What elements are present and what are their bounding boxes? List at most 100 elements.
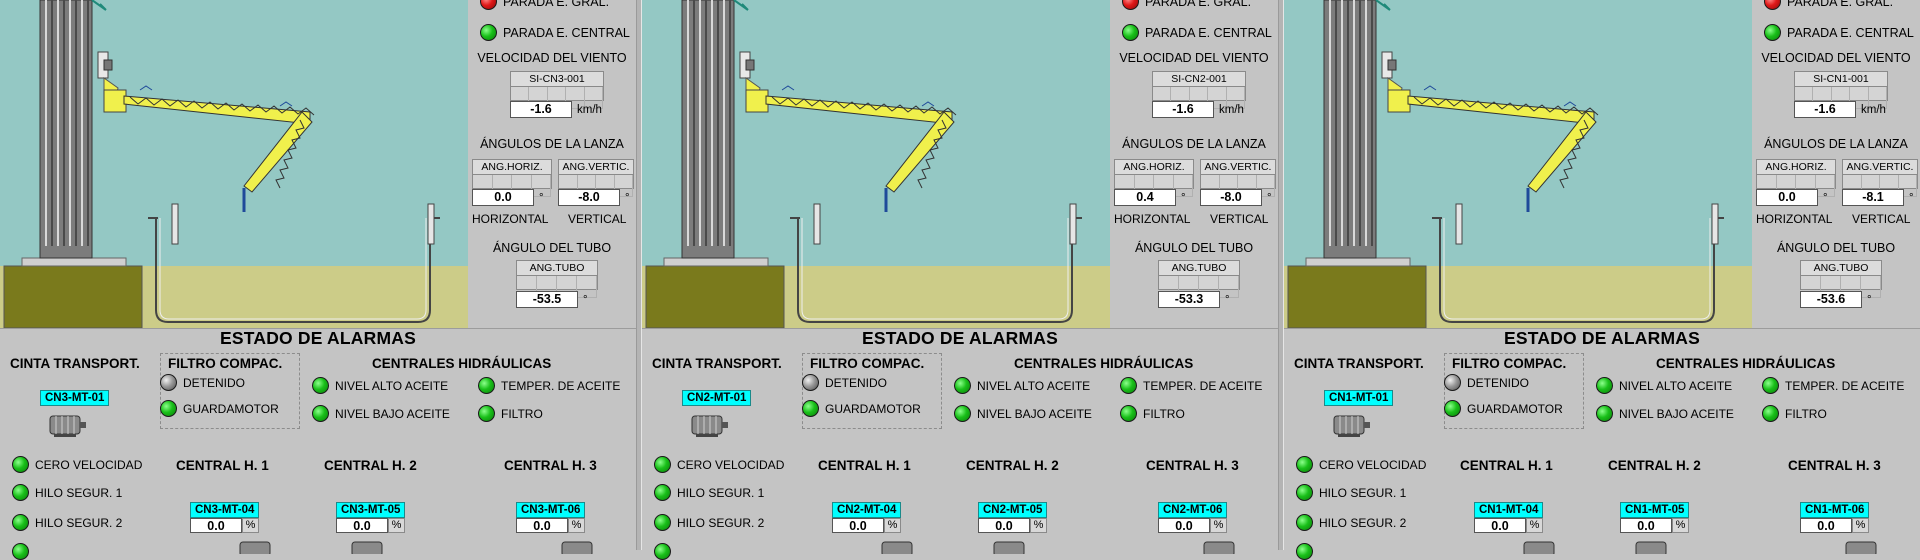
motor-icon: [993, 541, 1025, 554]
wind-speed-value: -1.6: [1794, 101, 1856, 118]
boom-angles-title: ÁNGULOS DE LA LANZA: [1764, 137, 1908, 151]
filter-guard-item: GUARDAMOTOR: [160, 400, 279, 417]
parada-central-row: PARADA E. CENTRAL: [1764, 24, 1914, 41]
green-led-icon: [12, 514, 29, 531]
green-led-icon: [654, 543, 671, 560]
central-h2-tag: CN3-MT-05: [336, 502, 406, 518]
green-led-icon: [12, 456, 29, 473]
filter-stopped-label: DETENIDO: [183, 375, 246, 390]
filter-stopped-item: DETENIDO: [160, 374, 245, 391]
oil-temp-label: TEMPER. DE ACEITE: [1143, 378, 1263, 393]
filter-stopped-item: DETENIDO: [1444, 374, 1529, 391]
vert-angle-readout: -8.0 °: [1200, 189, 1272, 206]
oil-temp-item: TEMPER. DE ACEITE: [1762, 377, 1904, 394]
central-h3-readout: 0.0 %: [1800, 518, 1869, 533]
green-led-icon: [1296, 514, 1313, 531]
safety-wire-2-item: HILO SEGUR. 2: [1296, 514, 1406, 531]
central-h2-unit: %: [1672, 518, 1689, 533]
green-led-icon: [1762, 377, 1779, 394]
high-oil-label: NIVEL ALTO ACEITE: [1619, 378, 1733, 393]
central-h3-readout: 0.0 %: [1158, 518, 1227, 533]
tube-angle-title: ÁNGULO DEL TUBO: [492, 241, 612, 255]
central-h2-value: 0.0: [978, 518, 1030, 533]
tube-angle-tag: ANG.TUBO: [1800, 260, 1882, 298]
motor-icon: [49, 415, 86, 437]
green-led-icon: [1596, 405, 1613, 422]
horiz-angle-tag: ANG.HORIZ.: [1114, 159, 1194, 197]
oil-temp-label: TEMPER. DE ACEITE: [501, 378, 621, 393]
central-h3-value: 0.0: [516, 518, 568, 533]
red-led-icon: [480, 0, 497, 10]
crane-diagram: [0, 0, 468, 328]
green-led-icon: [1122, 24, 1139, 41]
hyd-filter-label: FILTRO: [1785, 406, 1827, 421]
horiz-angle-value: 0.0: [472, 189, 534, 206]
green-led-icon: [12, 484, 29, 501]
central-h2-tag: CN1-MT-05: [1620, 502, 1690, 518]
motor-icon: [691, 415, 728, 437]
gray-led-icon: [802, 374, 819, 391]
horiz-angle-value: 0.0: [1756, 189, 1818, 206]
green-led-icon: [1444, 400, 1461, 417]
safety-wire-1-label: HILO SEGUR. 1: [35, 485, 123, 500]
filter-stopped-label: DETENIDO: [1467, 375, 1530, 390]
filter-title: FILTRO COMPAC.: [810, 356, 925, 371]
red-led-icon: [1122, 0, 1139, 10]
central-h1-tag: CN3-MT-04: [190, 502, 260, 518]
vert-angle-tag: ANG.VERTIC.: [1842, 159, 1918, 197]
hydraulic-title: CENTRALES HIDRÁULICAS: [1014, 356, 1194, 371]
crane-status-side: PARADA E. GRAL. PARADA E. CENTRAL VELOCI…: [1110, 0, 1278, 328]
gray-led-icon: [160, 374, 177, 391]
vert-angle-value: -8.0: [558, 189, 620, 206]
wind-speed-readout: -1.6 km/h: [1152, 101, 1244, 118]
boom-angles-title: ÁNGULOS DE LA LANZA: [1122, 137, 1266, 151]
central-h2-title: CENTRAL H. 2: [324, 458, 417, 473]
conveyor-extra-item: [1296, 543, 1313, 560]
central-h2-unit: %: [1030, 518, 1047, 533]
filter-guard-item: GUARDAMOTOR: [1444, 400, 1563, 417]
conveyor-title: CINTA TRANSPORT.: [652, 356, 782, 371]
filter-stopped-item: DETENIDO: [802, 374, 887, 391]
filter-guard-label: GUARDAMOTOR: [825, 401, 921, 416]
crane-status-side: PARADA E. GRAL. PARADA E. CENTRAL VELOCI…: [468, 0, 636, 328]
gray-led-icon: [1444, 374, 1461, 391]
vert-angle-unit: °: [1267, 191, 1272, 204]
green-led-icon: [1596, 377, 1613, 394]
safety-wire-1-item: HILO SEGUR. 1: [12, 484, 122, 501]
central-h3-tag: CN1-MT-06: [1800, 502, 1870, 518]
zero-speed-label: CERO VELOCIDAD: [1319, 457, 1427, 472]
central-h2-value: 0.0: [336, 518, 388, 533]
vert-angle-value: -8.1: [1842, 189, 1904, 206]
green-led-icon: [312, 377, 329, 394]
parada-gral-label: PARADA E. GRAL.: [1145, 0, 1252, 9]
horiz-angle-unit: °: [1823, 191, 1828, 204]
central-h1-title: CENTRAL H. 1: [176, 458, 269, 473]
wind-speed-readout: -1.6 km/h: [1794, 101, 1886, 118]
green-led-icon: [654, 456, 671, 473]
horiz-angle-unit: °: [1181, 191, 1186, 204]
central-h1-unit: %: [884, 518, 901, 533]
alarms-title: ESTADO DE ALARMAS: [862, 328, 1058, 348]
tube-angle-readout: -53.6 °: [1800, 291, 1872, 308]
parada-central-label: PARADA E. CENTRAL: [1145, 25, 1272, 40]
vert-angle-tag: ANG.VERTIC.: [558, 159, 634, 197]
vert-angle-tag: ANG.VERTIC.: [1200, 159, 1276, 197]
central-h2-readout: 0.0 %: [336, 518, 405, 533]
parada-gral-row: PARADA E. GRAL.: [1122, 0, 1251, 10]
wind-sensor-tag-label: SI-CN2-001: [1153, 72, 1245, 87]
parada-gral-label: PARADA E. GRAL.: [503, 0, 610, 9]
high-oil-item: NIVEL ALTO ACEITE: [954, 377, 1090, 394]
parada-central-label: PARADA E. CENTRAL: [503, 25, 630, 40]
crane-panel-2: PARADA E. GRAL. PARADA E. CENTRAL VELOCI…: [642, 0, 1278, 560]
hyd-filter-label: FILTRO: [1143, 406, 1185, 421]
crane-panel-3: PARADA E. GRAL. PARADA E. CENTRAL VELOCI…: [1284, 0, 1920, 560]
alarms-title: ESTADO DE ALARMAS: [220, 328, 416, 348]
horiz-angle-tag: ANG.HORIZ.: [472, 159, 552, 197]
central-h1-readout: 0.0 %: [190, 518, 259, 533]
oil-temp-item: TEMPER. DE ACEITE: [1120, 377, 1262, 394]
green-led-icon: [160, 400, 177, 417]
green-led-icon: [802, 400, 819, 417]
filter-guard-label: GUARDAMOTOR: [1467, 401, 1563, 416]
central-h1-readout: 0.0 %: [1474, 518, 1543, 533]
central-h2-readout: 0.0 %: [1620, 518, 1689, 533]
